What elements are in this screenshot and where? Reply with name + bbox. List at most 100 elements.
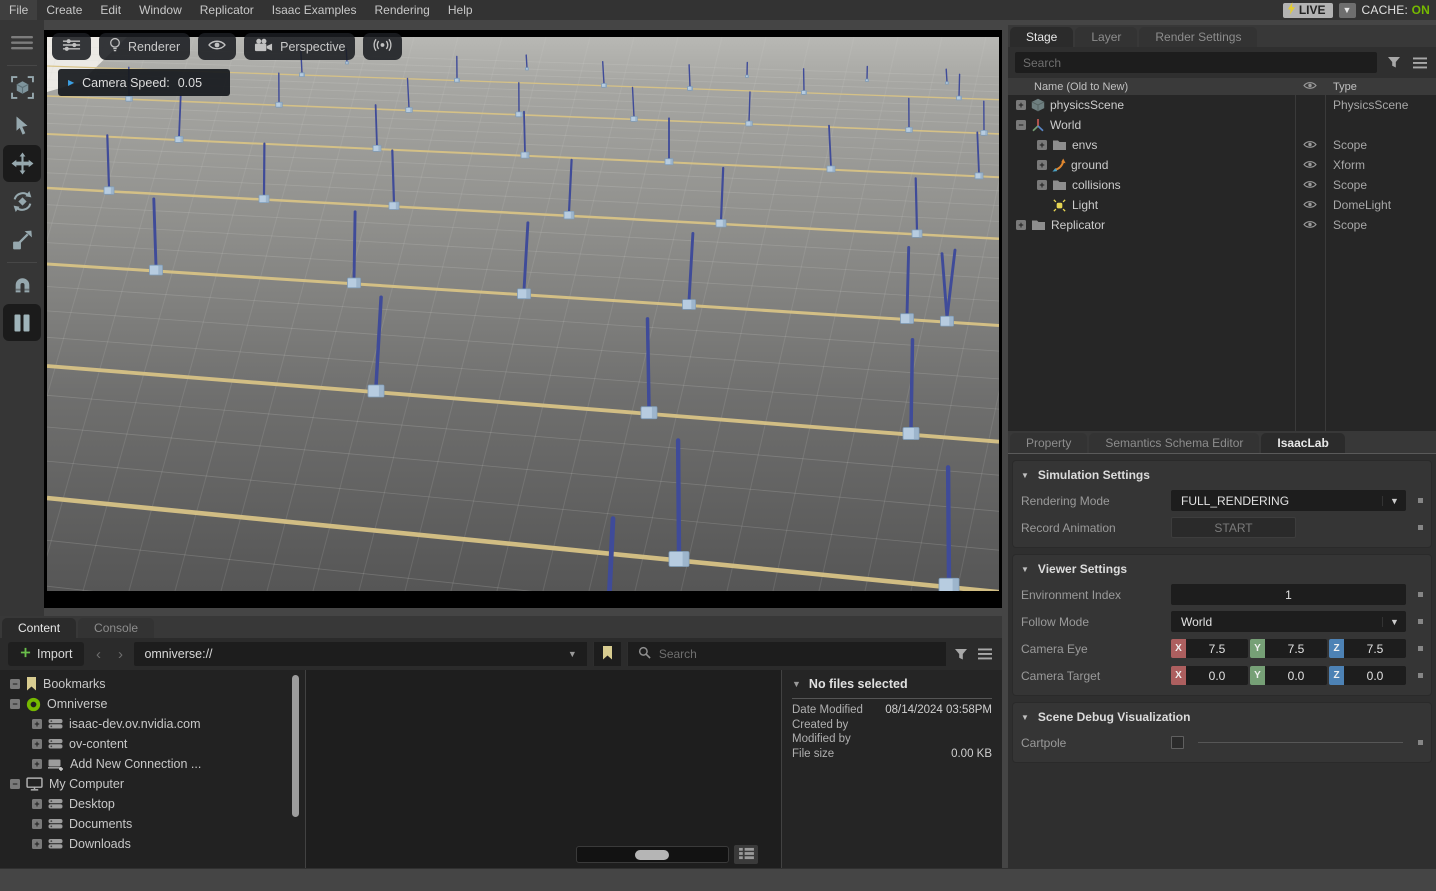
- forward-button[interactable]: ›: [112, 646, 128, 663]
- menu-create[interactable]: Create: [37, 0, 91, 20]
- stage-row-replicator[interactable]: +ReplicatorScope: [1008, 215, 1436, 235]
- default-value-indicator[interactable]: [1418, 673, 1423, 678]
- back-button[interactable]: ‹: [90, 646, 106, 663]
- cartpole-checkbox[interactable]: [1171, 736, 1184, 749]
- expand-icon[interactable]: +: [32, 759, 42, 769]
- expand-icon[interactable]: +: [32, 839, 42, 849]
- expand-icon[interactable]: +: [1016, 100, 1026, 110]
- collapse-icon[interactable]: −: [1016, 120, 1026, 130]
- section-header[interactable]: ▼ Viewer Settings: [1021, 557, 1423, 581]
- menu-file[interactable]: File: [0, 0, 37, 20]
- camera-button[interactable]: Perspective: [244, 33, 355, 60]
- menu-rendering[interactable]: Rendering: [365, 0, 438, 20]
- expand-icon[interactable]: +: [32, 819, 42, 829]
- stage-columns-header[interactable]: Name (Old to New) Type: [1008, 78, 1436, 95]
- live-dropdown-button[interactable]: ▼: [1339, 3, 1356, 18]
- tab-property[interactable]: Property: [1010, 433, 1087, 453]
- visibility-eye-icon[interactable]: [1303, 178, 1317, 192]
- live-button[interactable]: LIVE: [1283, 3, 1333, 18]
- tab-layer[interactable]: Layer: [1075, 27, 1137, 47]
- stage-search-input[interactable]: [1015, 52, 1377, 73]
- collapse-icon[interactable]: −: [10, 699, 20, 709]
- files-grid[interactable]: [306, 670, 782, 868]
- tab-content[interactable]: Content: [2, 618, 76, 638]
- tool-pause[interactable]: [3, 304, 41, 341]
- view-mode-toggle[interactable]: [734, 845, 758, 864]
- tree-item-omniverse[interactable]: −Omniverse: [0, 694, 305, 714]
- camera-eye-y-field[interactable]: 7.5: [1265, 639, 1327, 658]
- tree-item-downloads[interactable]: +Downloads: [0, 834, 305, 854]
- import-button[interactable]: Import: [8, 642, 84, 666]
- expand-icon[interactable]: +: [1037, 180, 1047, 190]
- camera-eye-z-field[interactable]: 7.5: [1344, 639, 1406, 658]
- default-value-indicator[interactable]: [1418, 619, 1423, 624]
- camera-target-y-field[interactable]: 0.0: [1265, 666, 1327, 685]
- tree-item-isaac-dev.ov.nvidia.com[interactable]: +isaac-dev.ov.nvidia.com: [0, 714, 305, 734]
- stage-row-envs[interactable]: +envsScope: [1008, 135, 1436, 155]
- slider-handle[interactable]: [635, 850, 669, 860]
- expand-icon[interactable]: +: [1037, 140, 1047, 150]
- environment-index-input[interactable]: 1: [1171, 584, 1406, 605]
- camera-eye-x-field[interactable]: 7.5: [1186, 639, 1248, 658]
- expand-icon[interactable]: +: [1037, 160, 1047, 170]
- follow-mode-dropdown[interactable]: World ▼: [1171, 611, 1406, 632]
- capture-button[interactable]: [363, 33, 402, 60]
- visibility-eye-icon[interactable]: [1303, 138, 1317, 152]
- menu-replicator[interactable]: Replicator: [191, 0, 263, 20]
- file-info-header[interactable]: ▼ No files selected: [792, 677, 992, 691]
- visibility-eye-icon[interactable]: [1303, 218, 1317, 232]
- tab-isaaclab[interactable]: IsaacLab: [1261, 433, 1344, 453]
- menu-help[interactable]: Help: [439, 0, 482, 20]
- viewport[interactable]: Renderer Perspective ▶ Camera Speed: 0.0…: [44, 30, 1002, 608]
- options-menu-icon[interactable]: [1411, 54, 1429, 72]
- tab-stage[interactable]: Stage: [1010, 27, 1073, 47]
- renderer-button[interactable]: Renderer: [99, 33, 190, 60]
- scrollbar[interactable]: [292, 675, 299, 817]
- default-value-indicator[interactable]: [1418, 525, 1423, 530]
- tab-render-settings[interactable]: Render Settings: [1139, 27, 1257, 47]
- menu-window[interactable]: Window: [130, 0, 191, 20]
- tree-item-ov-content[interactable]: +ov-content: [0, 734, 305, 754]
- collapse-icon[interactable]: −: [10, 679, 20, 689]
- stage-row-light[interactable]: +LightDomeLight: [1008, 195, 1436, 215]
- bookmark-button[interactable]: [593, 642, 621, 666]
- expand-icon[interactable]: +: [32, 799, 42, 809]
- filter-icon[interactable]: [1385, 54, 1403, 72]
- camera-target-z-field[interactable]: 0.0: [1344, 666, 1406, 685]
- camera-speed-overlay[interactable]: ▶ Camera Speed: 0.05: [58, 69, 230, 96]
- expand-icon[interactable]: +: [32, 719, 42, 729]
- expand-icon[interactable]: +: [32, 739, 42, 749]
- tab-semantics-schema-editor[interactable]: Semantics Schema Editor: [1089, 433, 1259, 453]
- path-bar[interactable]: omniverse:// ▼: [134, 642, 586, 666]
- filter-icon[interactable]: [952, 645, 970, 663]
- options-menu-icon[interactable]: [976, 645, 994, 663]
- tab-console[interactable]: Console: [78, 618, 154, 638]
- thumbnail-size-slider[interactable]: [576, 846, 729, 863]
- stage-row-collisions[interactable]: +collisionsScope: [1008, 175, 1436, 195]
- tree-item-add-new-connection[interactable]: +Add New Connection ...: [0, 754, 305, 774]
- visibility-eye-icon[interactable]: [1303, 158, 1317, 172]
- menu-isaac-examples[interactable]: Isaac Examples: [263, 0, 366, 20]
- tool-rotate[interactable]: [3, 183, 41, 220]
- record-animation-start-button[interactable]: START: [1171, 517, 1296, 538]
- viewport-settings-button[interactable]: [52, 33, 91, 60]
- stage-row-physicsscene[interactable]: +physicsScenePhysicsScene: [1008, 95, 1436, 115]
- stage-row-ground[interactable]: +groundXform: [1008, 155, 1436, 175]
- tool-frame-selection[interactable]: [3, 69, 41, 106]
- tool-select[interactable]: [3, 107, 41, 144]
- expand-icon[interactable]: +: [1016, 220, 1026, 230]
- default-value-indicator[interactable]: [1418, 498, 1423, 503]
- default-value-indicator[interactable]: [1418, 740, 1423, 745]
- content-search-input[interactable]: [659, 647, 936, 661]
- tool-main-menu[interactable]: [3, 24, 41, 61]
- tree-item-documents[interactable]: +Documents: [0, 814, 305, 834]
- tool-snap[interactable]: [3, 266, 41, 303]
- visibility-button[interactable]: [198, 33, 236, 60]
- menu-edit[interactable]: Edit: [91, 0, 130, 20]
- tree-item-desktop[interactable]: +Desktop: [0, 794, 305, 814]
- default-value-indicator[interactable]: [1418, 592, 1423, 597]
- viewport-3d-scene[interactable]: [47, 30, 999, 608]
- default-value-indicator[interactable]: [1418, 646, 1423, 651]
- collapse-icon[interactable]: −: [10, 779, 20, 789]
- section-header[interactable]: ▼ Scene Debug Visualization: [1021, 705, 1423, 729]
